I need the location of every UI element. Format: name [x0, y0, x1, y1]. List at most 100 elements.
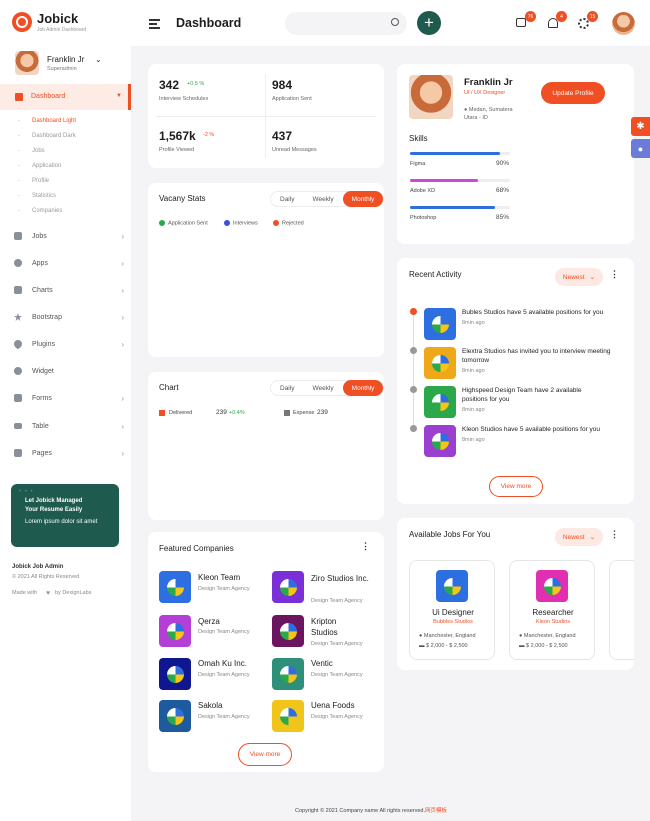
job-card[interactable]: Researcher Kleon Studios ● Manchester, E… — [509, 560, 595, 660]
sidebar-item-pages[interactable]: Pages › — [14, 446, 124, 460]
delivered-change: +0.4% — [229, 410, 245, 416]
company-logo[interactable] — [272, 571, 304, 603]
sidebar-user-name[interactable]: Franklin Jr — [47, 55, 84, 64]
sidebar-subitem[interactable]: Dashboard Light — [18, 118, 76, 124]
location-pin-icon: ● — [419, 633, 423, 639]
legend-rejected: Rejected — [273, 220, 304, 226]
company-name[interactable]: Kleon Team — [198, 573, 240, 582]
company-subtitle: Design Team Agency — [311, 598, 363, 604]
company-name[interactable]: Sakola — [198, 701, 222, 710]
skill-name: Photoshop — [410, 215, 437, 221]
sidebar-subitem[interactable]: Dashboard Dark — [18, 133, 76, 139]
search-input[interactable] — [285, 12, 407, 35]
sidebar-item-forms[interactable]: Forms › — [14, 391, 124, 405]
sidebar-item-table[interactable]: Table › — [14, 419, 124, 433]
company-name[interactable]: Qerza — [198, 617, 220, 626]
activity-text[interactable]: Bubles Studios have 5 available position… — [462, 308, 627, 317]
chevron-right-icon: › — [121, 312, 124, 322]
update-profile-button[interactable]: Update Profile — [541, 82, 605, 104]
company-subtitle: Design Team Agency — [198, 672, 250, 678]
theme-drop-icon[interactable]: ● — [631, 139, 650, 158]
page-footer: Copyright © 2021 Company name All rights… — [295, 808, 448, 814]
stat-change: -2 % — [203, 132, 215, 138]
sidebar-subitem[interactable]: Profile — [18, 178, 49, 184]
sidebar-subitem[interactable]: Jobs — [18, 148, 44, 154]
sidebar-item-apps[interactable]: Apps › — [14, 256, 124, 270]
skill-name: Figma — [410, 161, 426, 167]
company-logo[interactable] — [159, 571, 191, 603]
activity-text[interactable]: Highspeed Design Team have 2 available p… — [462, 386, 602, 404]
add-button[interactable]: + — [417, 11, 441, 35]
location-pin-icon: ● — [464, 107, 468, 113]
message-icon[interactable] — [516, 18, 526, 27]
search-icon[interactable] — [391, 18, 399, 26]
activity-text[interactable]: Kleon Studios have 5 available positions… — [462, 425, 627, 434]
activity-title: Recent Activity — [409, 270, 462, 279]
settings-gear-icon[interactable]: ✱ — [631, 117, 650, 136]
chevron-right-icon: › — [121, 258, 124, 268]
sidebar-subitem[interactable]: Companies — [18, 208, 63, 214]
company-name[interactable]: Omah Ku Inc. — [198, 659, 247, 668]
sidebar-item-plugins[interactable]: Plugins › — [12, 337, 124, 351]
view-more-companies-button[interactable]: View more — [238, 743, 292, 766]
job-card-partial[interactable] — [609, 560, 634, 660]
more-options-icon[interactable]: ⋮ — [361, 541, 370, 552]
company-logo[interactable] — [159, 615, 191, 647]
company-logo[interactable] — [272, 615, 304, 647]
tab-daily[interactable]: Daily — [271, 191, 303, 207]
sidebar-item-jobs[interactable]: Jobs › — [14, 229, 124, 243]
job-card[interactable]: Ui Designer Bubbles Studios ● Manchester… — [409, 560, 495, 660]
company-logo[interactable] — [159, 700, 191, 732]
sidebar-subitem[interactable]: Statistics — [18, 193, 56, 199]
heart-icon — [12, 338, 24, 350]
company-name[interactable]: Ziro Studios Inc. — [311, 573, 375, 584]
money-icon: ▬ — [419, 643, 425, 649]
sidebar: Franklin Jr Superadmin ⌄ Dashboard ▼ Das… — [0, 46, 131, 821]
vacancy-tabs: Daily Weekly Monthly — [270, 191, 385, 207]
sidebar-avatar[interactable] — [15, 51, 39, 75]
tab-monthly[interactable]: Monthly — [342, 191, 384, 207]
sidebar-item-dashboard[interactable]: Dashboard ▼ — [0, 84, 131, 110]
delivered-label: Delivered — [169, 410, 193, 416]
more-options-icon[interactable]: ⋮ — [610, 529, 619, 540]
company-name[interactable]: Uena Foods — [311, 701, 355, 710]
jobs-icon — [14, 232, 22, 240]
skill-bar-figma — [410, 152, 510, 155]
sidebar-footer-author: by DexignLabs — [55, 590, 92, 596]
sidebar-item-label: Pages — [32, 449, 52, 457]
legend-application-sent: Application Sent — [159, 220, 208, 226]
more-options-icon[interactable]: ⋮ — [610, 269, 619, 280]
jobs-filter-dropdown[interactable]: Newest ⌄ — [555, 528, 603, 546]
activity-icon — [424, 386, 456, 418]
company-logo[interactable] — [159, 658, 191, 690]
brand-tagline: Job Admin Dashboard — [37, 27, 87, 33]
view-more-activity-button[interactable]: View more — [489, 476, 543, 497]
activity-time: 8min ago — [462, 320, 485, 326]
company-name[interactable]: Kripton Studios — [311, 616, 361, 638]
sidebar-item-bootstrap[interactable]: Bootstrap › — [14, 310, 124, 324]
company-logo[interactable] — [272, 700, 304, 732]
activity-filter-dropdown[interactable]: Newest ⌄ — [555, 268, 603, 286]
notification-badge: 4 — [556, 11, 567, 22]
sidebar-subitem[interactable]: Application — [18, 163, 62, 169]
tab-weekly[interactable]: Weekly — [303, 380, 342, 396]
tab-daily[interactable]: Daily — [271, 380, 303, 396]
recent-activity-card: Recent Activity Newest ⌄ ⋮ View more — [397, 258, 634, 504]
stats-card: 342 +0.5 % Interview Schedules 984 Appli… — [148, 64, 384, 168]
sidebar-item-charts[interactable]: Charts › — [14, 283, 124, 297]
tab-monthly[interactable]: Monthly — [342, 380, 384, 396]
header-avatar[interactable] — [612, 12, 635, 35]
brand-name[interactable]: Jobick — [37, 11, 78, 26]
promo-card[interactable]: • • • Let Jobick Managed Your Resume Eas… — [11, 484, 119, 547]
hamburger-icon[interactable] — [149, 19, 160, 29]
chevron-down-icon[interactable]: ⌄ — [95, 55, 102, 64]
company-name[interactable]: Ventic — [311, 659, 333, 668]
profile-avatar[interactable] — [409, 75, 453, 119]
sidebar-item-widget[interactable]: Widget — [14, 364, 124, 378]
company-logo[interactable] — [272, 658, 304, 690]
activity-time: 8min ago — [462, 368, 485, 374]
chart-title: Chart — [159, 383, 179, 392]
tab-weekly[interactable]: Weekly — [303, 191, 342, 207]
brand-logo-icon[interactable] — [12, 12, 32, 32]
activity-text[interactable]: Elextra Studios has invited you to inter… — [462, 347, 612, 365]
